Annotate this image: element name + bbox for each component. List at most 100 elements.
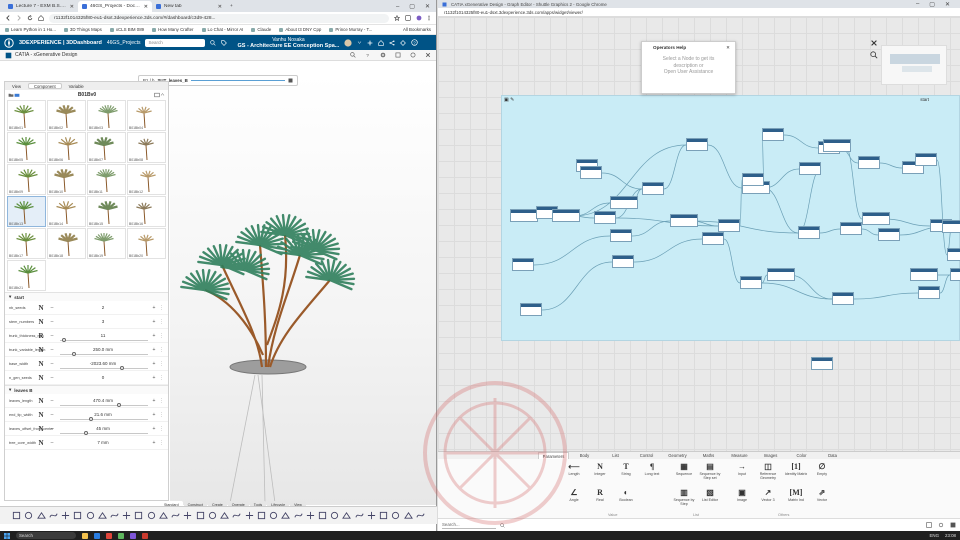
- gear-icon[interactable]: [380, 52, 386, 58]
- search-icon[interactable]: [500, 522, 505, 528]
- decrement-button[interactable]: –: [47, 305, 57, 311]
- bookmark-item[interactable]: Prince Murray - T...: [329, 27, 372, 32]
- increment-button[interactable]: +: [149, 426, 159, 432]
- operators-tab[interactable]: Color: [786, 452, 817, 459]
- trim-icon[interactable]: [281, 511, 291, 521]
- graph-node[interactable]: [520, 303, 542, 316]
- decrement-button[interactable]: –: [47, 361, 57, 367]
- slider-handle[interactable]: [84, 431, 89, 435]
- bookmark-item[interactable]: How Many Crafter: [152, 27, 194, 32]
- operators-tab[interactable]: Control: [631, 452, 662, 459]
- operator-item[interactable]: ⟵ Length: [562, 462, 586, 477]
- hole-icon[interactable]: [391, 511, 400, 521]
- parameter-value-field[interactable]: 470.4 mm: [57, 398, 149, 403]
- app-icon[interactable]: [118, 532, 124, 539]
- all-bookmarks-link[interactable]: All Bookmarks: [403, 27, 431, 32]
- graph-node[interactable]: [610, 196, 638, 209]
- hexagon-icon[interactable]: [355, 511, 364, 521]
- view-icon[interactable]: [926, 522, 932, 528]
- decrement-button[interactable]: –: [47, 375, 57, 381]
- curve-icon[interactable]: [220, 511, 230, 521]
- operator-item[interactable]: ↗ Vector 3: [756, 488, 780, 503]
- operator-item[interactable]: ◫ Reference Geometry: [756, 462, 780, 481]
- maximize-icon[interactable]: [395, 52, 401, 58]
- operator-item[interactable]: [1] Identity Matrix: [784, 462, 808, 477]
- variant-thumbnail[interactable]: B01Bb13: [7, 196, 46, 227]
- increment-button[interactable]: +: [149, 333, 159, 339]
- increment-button[interactable]: +: [149, 398, 159, 404]
- parameter-value-field[interactable]: 2: [57, 305, 149, 310]
- variant-thumbnail[interactable]: B01Bb02: [47, 100, 86, 131]
- line-icon[interactable]: [208, 511, 217, 521]
- slider-handle[interactable]: [72, 352, 77, 356]
- polygon-icon[interactable]: [379, 511, 388, 521]
- increment-button[interactable]: +: [149, 361, 159, 367]
- parameter-menu-icon[interactable]: ⋮: [159, 412, 164, 418]
- kebab-menu-icon[interactable]: [427, 15, 431, 21]
- variant-thumbnail[interactable]: B01Bb09: [7, 164, 46, 195]
- bookmark-item[interactable]: 3D Things Maps: [63, 27, 102, 32]
- parameter-value-field[interactable]: 45 mm: [57, 426, 149, 431]
- operators-tab[interactable]: Geometry: [662, 452, 693, 459]
- graph-node[interactable]: [840, 222, 862, 235]
- operator-item[interactable]: ¶ Long text: [640, 462, 664, 477]
- parameter-slider[interactable]: [60, 431, 148, 435]
- graph-node[interactable]: [718, 219, 740, 232]
- help-icon[interactable]: ?: [411, 39, 419, 46]
- parameter-value-field[interactable]: 7 mm: [57, 440, 149, 445]
- windows-start-icon[interactable]: [4, 532, 10, 539]
- apps-icon[interactable]: [400, 39, 407, 46]
- decrement-button[interactable]: –: [47, 412, 57, 418]
- language-indicator[interactable]: ENG: [929, 533, 939, 538]
- variant-thumbnail[interactable]: B01Bb01: [7, 100, 46, 131]
- parameter-slider[interactable]: [60, 338, 148, 342]
- increment-button[interactable]: +: [149, 440, 159, 446]
- parameter-menu-icon[interactable]: ⋮: [159, 440, 164, 446]
- browser-tab[interactable]: New tab ✕: [152, 1, 226, 12]
- increment-button[interactable]: +: [149, 347, 159, 353]
- graph-node[interactable]: [823, 139, 851, 152]
- layout-icon[interactable]: [950, 522, 956, 528]
- graph-node[interactable]: [686, 138, 708, 151]
- decrement-button[interactable]: –: [47, 319, 57, 325]
- operators-tab[interactable]: Images: [755, 452, 786, 459]
- avatar[interactable]: [344, 38, 352, 47]
- maximize-button[interactable]: ▢: [409, 3, 415, 10]
- copy-icon[interactable]: [61, 511, 70, 521]
- operator-item[interactable]: ▣ Image: [730, 488, 754, 503]
- undo-icon[interactable]: [85, 511, 94, 521]
- parameter-slider[interactable]: [60, 417, 148, 421]
- right-url-field[interactable]: r1132f1014325f80-eu1-dsxt.3dexperience.3…: [438, 8, 960, 17]
- taskbar-search[interactable]: Search: [16, 532, 76, 539]
- compass-icon[interactable]: [4, 37, 14, 48]
- text-icon[interactable]: [416, 511, 425, 521]
- operators-tab[interactable]: Measure: [724, 452, 755, 459]
- parameter-value-field[interactable]: 3: [57, 319, 149, 324]
- section-start[interactable]: ▾ start: [5, 292, 168, 301]
- points-icon[interactable]: [196, 511, 205, 521]
- table-icon[interactable]: [147, 511, 156, 521]
- variant-thumbnail[interactable]: B01Bb04: [127, 100, 166, 131]
- graph-node[interactable]: [950, 268, 960, 281]
- slider-handle[interactable]: [62, 338, 67, 342]
- parameter-value-field[interactable]: -2023.60 mm: [57, 361, 149, 366]
- decrement-button[interactable]: –: [47, 426, 57, 432]
- bookmark-item[interactable]: Lo Chat - Mirror AI: [201, 27, 243, 32]
- graph-node[interactable]: [510, 209, 538, 222]
- loft-icon[interactable]: [330, 511, 339, 521]
- graph-node[interactable]: [594, 211, 616, 224]
- help-tool-icon[interactable]: ?: [365, 52, 371, 58]
- pointer-icon[interactable]: [183, 511, 192, 521]
- 3d-viewport[interactable]: [170, 75, 436, 505]
- section-leaves[interactable]: ▾ leaves B: [5, 385, 168, 394]
- graph-node[interactable]: [512, 258, 534, 271]
- parameter-menu-icon[interactable]: ⋮: [159, 398, 164, 404]
- tag-icon[interactable]: [221, 39, 228, 46]
- decrement-button[interactable]: –: [47, 333, 57, 339]
- parameter-value-field[interactable]: 0: [57, 375, 149, 380]
- operator-item[interactable]: R Real: [588, 488, 612, 503]
- zoom-icon[interactable]: [870, 51, 878, 61]
- variant-thumbnail[interactable]: B01Bb20: [127, 228, 166, 259]
- close-button[interactable]: ✕: [425, 3, 430, 10]
- left-url-field[interactable]: r1132f1014325f80-eu1-dsxt.3dexperience.3…: [49, 13, 389, 23]
